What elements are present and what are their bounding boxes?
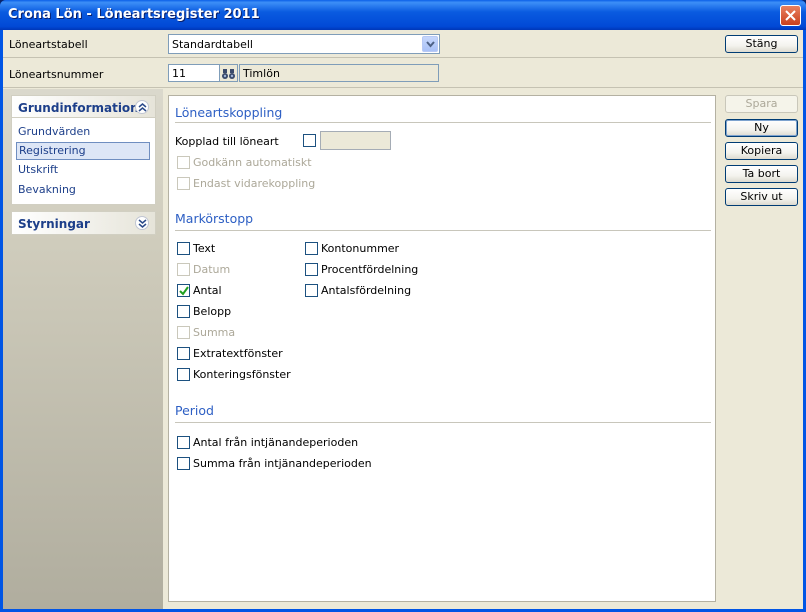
checkbox-box[interactable] xyxy=(305,263,318,276)
window-client-area: Löneartstabell Standardtabell Stäng Löne… xyxy=(3,30,803,609)
checkbox-summa-från-intjänandeperioden[interactable]: Summa från intjänandeperioden xyxy=(177,456,377,472)
styrningar-header[interactable]: Styrningar xyxy=(12,212,155,234)
period-heading: Period xyxy=(175,403,214,418)
checkbox-label: Datum xyxy=(193,263,231,276)
endast-checkbox-box[interactable] xyxy=(177,177,190,190)
nummer-input-value: 11 xyxy=(172,67,186,80)
sidebar-item-grundvarden[interactable]: Grundvärden xyxy=(12,122,155,142)
section-divider xyxy=(175,422,711,423)
checkbox-summa[interactable]: Summa xyxy=(177,325,377,341)
checkbox-label: Procentfördelning xyxy=(321,263,419,276)
ta-bort-button[interactable]: Ta bort xyxy=(725,165,798,183)
dropdown-arrow-icon[interactable] xyxy=(422,36,438,52)
godkann-checkbox[interactable]: Godkänn automatiskt xyxy=(177,155,317,171)
checkbox-box[interactable] xyxy=(177,457,190,470)
kopplad-checkbox-box[interactable] xyxy=(303,134,316,147)
markorstopp-heading: Markörstopp xyxy=(175,211,254,226)
loneartskoppling-heading: Löneartskoppling xyxy=(175,105,283,120)
checkbox-box[interactable] xyxy=(177,347,190,360)
grundinformation-header[interactable]: Grundinformation xyxy=(12,96,155,118)
checkbox-label: Kontonummer xyxy=(321,242,400,255)
endast-checkbox[interactable]: Endast vidarekoppling xyxy=(177,176,317,192)
grundinformation-title: Grundinformation xyxy=(18,101,139,115)
nummer-input[interactable]: 11 xyxy=(168,64,220,82)
kopplad-checkbox[interactable] xyxy=(303,133,319,149)
sidebar-item-registrering[interactable]: Registrering xyxy=(16,142,150,160)
binoculars-icon xyxy=(222,69,235,79)
checkbox-label: Extratextfönster xyxy=(193,347,283,360)
styrningar-title: Styrningar xyxy=(18,217,90,231)
checkbox-box[interactable] xyxy=(177,242,190,255)
checkbox-box[interactable] xyxy=(177,305,190,318)
checkbox-box[interactable] xyxy=(177,263,190,276)
section-divider xyxy=(175,122,711,123)
section-divider xyxy=(175,230,711,231)
checkbox-label: Antal xyxy=(193,284,222,297)
expand-icon[interactable] xyxy=(135,216,149,230)
sidebar: Grundinformation Grundvärden Registrerin… xyxy=(3,89,163,609)
checkbox-antalsfördelning[interactable]: Antalsfördelning xyxy=(305,283,505,299)
checkbox-label: Belopp xyxy=(193,305,232,318)
grundinformation-panel: Grundinformation Grundvärden Registrerin… xyxy=(11,95,156,205)
checkbox-label: Konteringsfönster xyxy=(193,368,291,381)
checkbox-antal-från-intjänandeperioden[interactable]: Antal från intjänandeperioden xyxy=(177,435,377,451)
lonart-name-field: Timlön xyxy=(239,64,439,82)
checkbox-procentfördelning[interactable]: Procentfördelning xyxy=(305,262,505,278)
checkbox-box[interactable] xyxy=(305,242,318,255)
lookup-button[interactable] xyxy=(220,64,238,82)
nummer-label: Löneartsnummer xyxy=(9,68,104,81)
stang-button[interactable]: Stäng xyxy=(725,35,798,53)
checkbox-extratextfönster[interactable]: Extratextfönster xyxy=(177,346,377,362)
checkbox-konteringsfönster[interactable]: Konteringsfönster xyxy=(177,367,377,383)
tabell-label: Löneartstabell xyxy=(9,38,88,51)
title-bar: Crona Lön - Löneartsregister 2011 xyxy=(0,0,806,30)
checkmark-icon xyxy=(179,286,189,296)
kopiera-button[interactable]: Kopiera xyxy=(725,142,798,160)
checkbox-box[interactable] xyxy=(177,326,190,339)
godkann-checkbox-box[interactable] xyxy=(177,156,190,169)
styrningar-panel: Styrningar xyxy=(11,211,156,235)
checkbox-box[interactable] xyxy=(305,284,318,297)
checkbox-box[interactable] xyxy=(177,368,190,381)
checkbox-label: Summa från intjänandeperioden xyxy=(193,457,372,470)
tabell-row: Löneartstabell Standardtabell Stäng xyxy=(3,30,803,58)
skriv-ut-button[interactable]: Skriv ut xyxy=(725,188,798,206)
checkbox-label: Antalsfördelning xyxy=(321,284,412,297)
collapse-icon[interactable] xyxy=(135,100,149,114)
spara-button[interactable]: Spara xyxy=(725,95,798,113)
close-icon xyxy=(785,10,796,21)
checkbox-box[interactable] xyxy=(177,284,190,297)
kopplad-label: Kopplad till löneart xyxy=(175,135,279,148)
checkbox-box[interactable] xyxy=(177,436,190,449)
checkbox-label: Summa xyxy=(193,326,236,339)
lonart-name-value: Timlön xyxy=(243,67,280,80)
registrering-panel: Löneartskoppling Kopplad till löneart Go… xyxy=(168,95,716,602)
checkbox-label: Text xyxy=(193,242,216,255)
sidebar-item-bevakning[interactable]: Bevakning xyxy=(12,180,155,200)
close-window-button[interactable] xyxy=(780,5,801,26)
tabell-select-value: Standardtabell xyxy=(172,38,253,51)
sidebar-item-utskrift[interactable]: Utskrift xyxy=(12,160,155,180)
ny-button[interactable]: Ny xyxy=(725,119,798,137)
tabell-select[interactable]: Standardtabell xyxy=(168,34,440,54)
window-title: Crona Lön - Löneartsregister 2011 xyxy=(8,7,260,22)
kopplad-loneart-field[interactable] xyxy=(320,131,391,150)
app-window: Crona Lön - Löneartsregister 2011 Lönear… xyxy=(0,0,806,612)
checkbox-belopp[interactable]: Belopp xyxy=(177,304,377,320)
checkbox-label: Antal från intjänandeperioden xyxy=(193,436,359,449)
endast-label: Endast vidarekoppling xyxy=(193,177,316,190)
godkann-label: Godkänn automatiskt xyxy=(193,156,312,169)
checkbox-kontonummer[interactable]: Kontonummer xyxy=(305,241,505,257)
nummer-row: Löneartsnummer 11 Timlön xyxy=(3,59,803,88)
